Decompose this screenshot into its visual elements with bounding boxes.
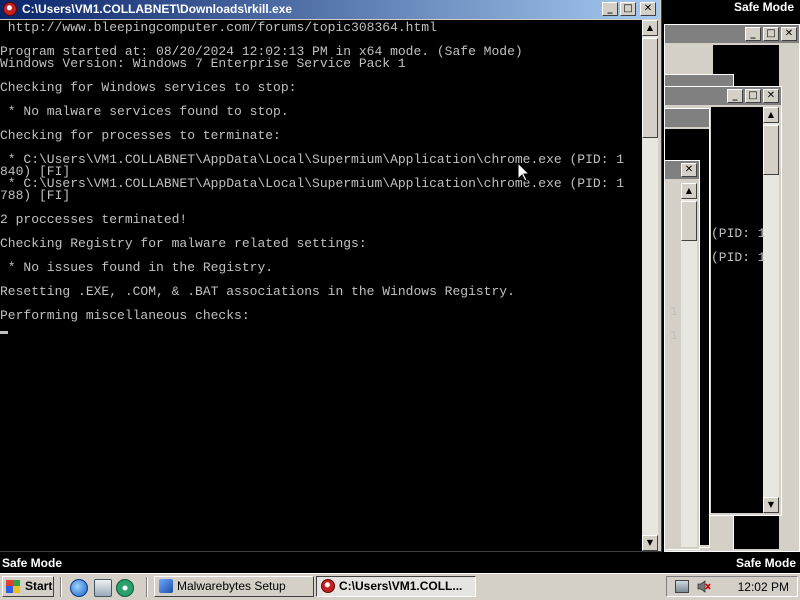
background-window-5-titlebar[interactable]: ✕ xyxy=(665,161,699,179)
window-title: C:\Users\VM1.COLLABNET\Downloads\rkill.e… xyxy=(22,2,293,16)
taskbar-item-malwarebytes[interactable]: Malwarebytes Setup xyxy=(154,576,314,597)
close-button[interactable]: ✕ xyxy=(763,89,779,103)
malwarebytes-setup-icon xyxy=(159,579,173,593)
safe-mode-label-bottom-left: Safe Mode xyxy=(2,556,63,570)
scroll-down-button[interactable]: ▼ xyxy=(642,535,658,551)
background-window-3-scrollbar[interactable]: ▲ ▼ xyxy=(763,107,779,513)
background-text-fragment: (PID: 1 xyxy=(711,226,766,241)
console-line: Performing miscellaneous checks: xyxy=(0,308,250,323)
start-label: Start xyxy=(25,579,53,593)
console-line: http://www.bleepingcomputer.com/forums/t… xyxy=(0,20,437,35)
vertical-scrollbar[interactable]: ▲ ▼ xyxy=(642,20,658,551)
system-tray: 12:02 PM xyxy=(666,576,798,597)
start-button[interactable]: Start xyxy=(2,576,54,597)
minimize-button[interactable]: _ xyxy=(727,89,743,103)
background-window-5-scrollbar[interactable]: ▲ xyxy=(681,183,697,547)
console-line: Checking for processes to terminate: xyxy=(0,128,281,143)
console-text-cursor xyxy=(0,322,642,334)
console-output[interactable]: http://www.bleepingcomputer.com/forums/t… xyxy=(0,20,642,551)
console-line: * C:\Users\VM1.COLLABNET\AppData\Local\S… xyxy=(0,176,625,191)
maximize-button[interactable]: □ xyxy=(620,2,636,16)
scrollbar-thumb[interactable] xyxy=(642,38,658,138)
close-button[interactable]: ✕ xyxy=(640,2,656,16)
clock[interactable]: 12:02 PM xyxy=(738,580,789,594)
safe-mode-label-bottom-right: Safe Mode xyxy=(735,556,796,570)
media-player-icon[interactable] xyxy=(116,579,134,597)
background-window-4-titlebar[interactable] xyxy=(665,109,709,127)
console-line: Windows Version: Windows 7 Enterprise Se… xyxy=(0,56,406,71)
close-button[interactable]: ✕ xyxy=(681,163,697,177)
window-titlebar[interactable]: C:\Users\VM1.COLLABNET\Downloads\rkill.e… xyxy=(0,0,660,19)
background-window-3-titlebar[interactable]: _ □ ✕ xyxy=(665,87,781,105)
windows-flag-icon xyxy=(6,580,20,593)
background-window-5[interactable]: ✕ ▲ xyxy=(664,160,700,550)
network-icon[interactable] xyxy=(675,580,689,593)
console-line: * No malware services found to stop. xyxy=(0,104,289,119)
rkill-console-window[interactable]: C:\Users\VM1.COLLABNET\Downloads\rkill.e… xyxy=(0,0,662,552)
background-window-1-titlebar[interactable]: _ □ ✕ xyxy=(665,25,799,43)
background-window-3-client xyxy=(711,107,763,513)
background-text-fragment: (PID: 1 xyxy=(711,250,766,265)
console-line: * C:\Users\VM1.COLLABNET\AppData\Local\S… xyxy=(0,152,625,167)
close-button[interactable]: ✕ xyxy=(781,27,797,41)
console-line: Resetting .EXE, .COM, & .BAT association… xyxy=(0,284,515,299)
console-line: 788) [FI] xyxy=(0,188,71,203)
safe-mode-label-top-right: Safe Mode xyxy=(733,0,794,14)
taskbar-separator xyxy=(146,577,148,597)
scroll-up-button[interactable]: ▲ xyxy=(642,20,658,36)
rkill-app-icon xyxy=(321,579,335,593)
minimize-button[interactable]: _ xyxy=(602,2,618,16)
console-line: Checking for Windows services to stop: xyxy=(0,80,297,95)
maximize-button[interactable]: □ xyxy=(745,89,761,103)
internet-explorer-icon[interactable] xyxy=(70,579,88,597)
taskbar-item-label: C:\Users\VM1.COLL... xyxy=(339,579,463,593)
taskbar-separator xyxy=(60,577,62,597)
minimize-button[interactable]: _ xyxy=(745,27,761,41)
taskbar: Start Malwarebytes Setup C:\Users\VM1.CO… xyxy=(0,573,800,600)
taskbar-item-rkill[interactable]: C:\Users\VM1.COLL... xyxy=(316,576,476,597)
mouse-pointer-icon xyxy=(518,163,530,182)
volume-muted-icon[interactable] xyxy=(697,580,711,593)
console-line: 2 proccesses terminated! xyxy=(0,212,188,227)
background-text-fragment: 1 xyxy=(670,328,678,343)
windows-explorer-icon[interactable] xyxy=(94,579,112,597)
maximize-button[interactable]: □ xyxy=(763,27,779,41)
background-text-fragment: 1 xyxy=(670,304,678,319)
rkill-app-icon[interactable] xyxy=(3,2,17,16)
taskbar-item-label: Malwarebytes Setup xyxy=(177,579,286,593)
console-line: Checking Registry for malware related se… xyxy=(0,236,367,251)
console-line: * No issues found in the Registry. xyxy=(0,260,274,275)
